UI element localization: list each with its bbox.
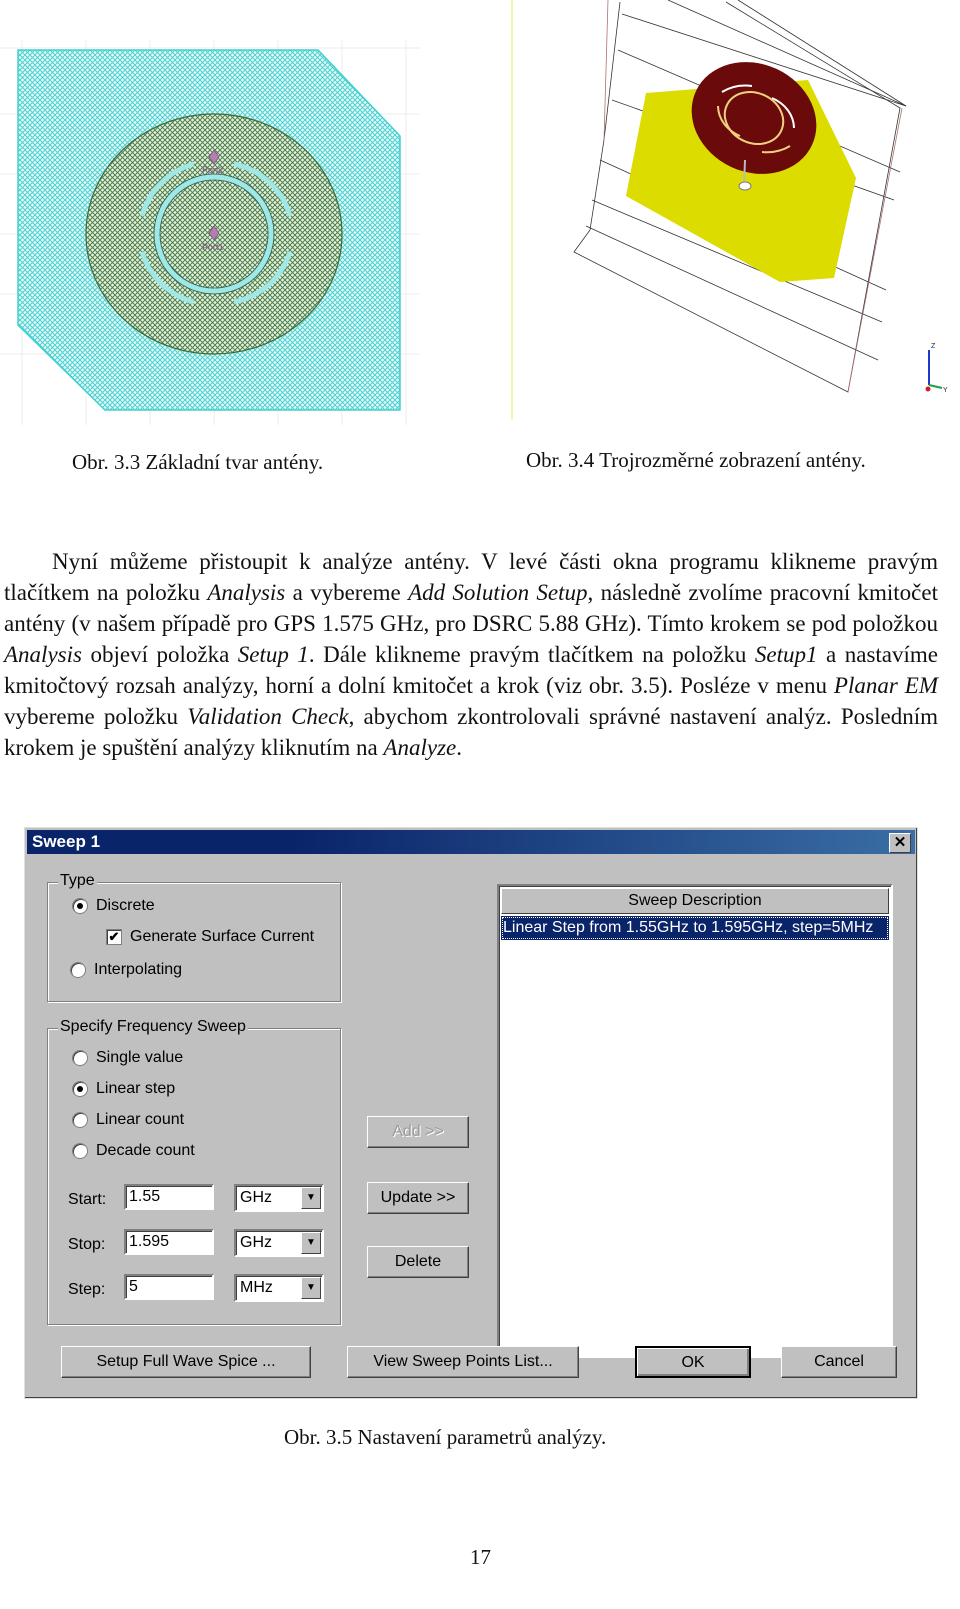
close-button[interactable]: ✕ — [889, 833, 911, 853]
svg-text:Z: Z — [931, 343, 936, 350]
sweep-list[interactable]: Sweep Description Linear Step from 1.55G… — [497, 884, 893, 1358]
view-sweep-points-button[interactable]: View Sweep Points List... — [347, 1346, 579, 1378]
paragraph-segment: objeví položka — [81, 642, 238, 667]
paragraph-term: Add Solution Setup — [408, 580, 588, 605]
checkbox-indicator[interactable]: ✔ — [106, 929, 122, 945]
type-group-label: Type — [58, 872, 97, 890]
stop-unit-value: GHz — [240, 1234, 272, 1251]
paragraph-segment: . — [456, 735, 462, 760]
checkbox-label: Generate Surface Current — [130, 928, 315, 945]
paragraph-term: Analysis — [207, 580, 286, 605]
paragraph-segment: a vybereme — [285, 580, 409, 605]
close-icon: ✕ — [893, 834, 907, 851]
radio-decade-count-label: Decade count — [96, 1142, 195, 1159]
paragraph-term: Analysis — [4, 642, 82, 667]
paragraph-term: Analyze — [383, 735, 457, 760]
sweep-list-header[interactable]: Sweep Description — [501, 888, 889, 914]
stop-input[interactable]: 1.595 — [124, 1229, 214, 1255]
stop-unit-select[interactable]: GHz ▼ — [234, 1229, 324, 1257]
chevron-down-icon[interactable]: ▼ — [301, 1187, 321, 1209]
step-unit-value: MHz — [240, 1279, 273, 1296]
delete-button[interactable]: Delete — [367, 1246, 469, 1278]
figure-3-3-caption: Obr. 3.3 Základní tvar antény. — [72, 450, 324, 474]
frequency-sweep-group: Specify Frequency Sweep Single value Lin… — [47, 1018, 341, 1325]
radio-discrete-label: Discrete — [96, 897, 155, 914]
radio-interpolating[interactable]: Interpolating — [70, 961, 182, 979]
radio-single-value[interactable]: Single value — [72, 1049, 183, 1067]
stop-label: Stop: — [68, 1236, 106, 1253]
start-unit-value: GHz — [240, 1189, 272, 1206]
radio-decade-count-indicator[interactable] — [72, 1143, 88, 1159]
type-group: Type Discrete ✔ Generate Surface Current… — [47, 872, 341, 1002]
chevron-down-icon[interactable]: ▼ — [301, 1232, 321, 1254]
radio-single-value-indicator[interactable] — [72, 1050, 88, 1066]
radio-linear-count-indicator[interactable] — [72, 1112, 88, 1128]
chevron-down-icon[interactable]: ▼ — [301, 1277, 321, 1299]
svg-text:Y: Y — [943, 387, 948, 394]
paragraph-segment: vybereme položku — [4, 704, 188, 729]
setup-full-wave-spice-button[interactable]: Setup Full Wave Spice ... — [61, 1346, 311, 1378]
radio-discrete-indicator[interactable] — [72, 898, 88, 914]
sweep-list-row[interactable]: Linear Step from 1.55GHz to 1.595GHz, st… — [501, 916, 889, 940]
body-paragraph: Nyní můžeme přistoupit k analýze antény.… — [4, 546, 938, 763]
paragraph-term: Setup1 — [754, 642, 818, 667]
figure-3-4-caption: Obr. 3.4 Trojrozměrné zobrazení antény. — [526, 448, 866, 472]
checkbox-generate-surface-current[interactable]: ✔ Generate Surface Current — [106, 928, 314, 946]
add-button[interactable]: Add >> — [367, 1116, 469, 1148]
start-input[interactable]: 1.55 — [124, 1184, 214, 1210]
figure-3-4-antenna-3d-view: Z Y — [508, 0, 960, 420]
start-unit-select[interactable]: GHz ▼ — [234, 1184, 324, 1212]
dialog-titlebar[interactable]: Sweep 1 ✕ — [27, 830, 915, 854]
radio-discrete[interactable]: Discrete — [72, 897, 155, 915]
radio-interpolating-label: Interpolating — [94, 961, 183, 978]
paragraph-term: Planar EM — [833, 673, 938, 698]
start-label: Start: — [68, 1191, 107, 1208]
radio-linear-count[interactable]: Linear count — [72, 1111, 184, 1129]
radio-decade-count[interactable]: Decade count — [72, 1142, 195, 1160]
port2-label: Port2 — [202, 165, 224, 175]
step-input[interactable]: 5 — [124, 1274, 214, 1300]
sweep-dialog: Sweep 1 ✕ Type Discrete ✔ Generate Surfa… — [24, 827, 918, 1399]
cancel-button[interactable]: Cancel — [781, 1346, 897, 1378]
port1-label: Port1 — [202, 242, 224, 252]
step-unit-select[interactable]: MHz ▼ — [234, 1274, 324, 1302]
radio-interpolating-indicator[interactable] — [70, 962, 86, 978]
step-label: Step: — [68, 1281, 106, 1298]
sweep-group-label: Specify Frequency Sweep — [58, 1018, 248, 1036]
radio-linear-step-indicator[interactable] — [72, 1081, 88, 1097]
paragraph-text: Nyní můžeme přistoupit k analýze antény.… — [4, 546, 938, 763]
ok-button[interactable]: OK — [635, 1346, 751, 1378]
paragraph-term: Validation Check — [187, 704, 349, 729]
radio-linear-count-label: Linear count — [96, 1111, 185, 1128]
figure-3-5-caption: Obr. 3.5 Nastavení parametrů analýzy. — [284, 1425, 607, 1449]
dialog-title: Sweep 1 — [32, 832, 101, 851]
axis-triad-icon: Z Y — [925, 343, 948, 394]
update-button[interactable]: Update >> — [367, 1182, 469, 1214]
figure-3-3-antenna-layout: Port2 Port1 — [0, 40, 420, 425]
page-number: 17 — [470, 1545, 491, 1569]
radio-linear-step-label: Linear step — [96, 1080, 176, 1097]
paragraph-segment: . Dále klikneme pravým tlačítkem na polo… — [308, 642, 755, 667]
paragraph-term: Setup 1 — [237, 642, 309, 667]
radio-single-value-label: Single value — [96, 1049, 184, 1066]
radio-linear-step[interactable]: Linear step — [72, 1080, 175, 1098]
